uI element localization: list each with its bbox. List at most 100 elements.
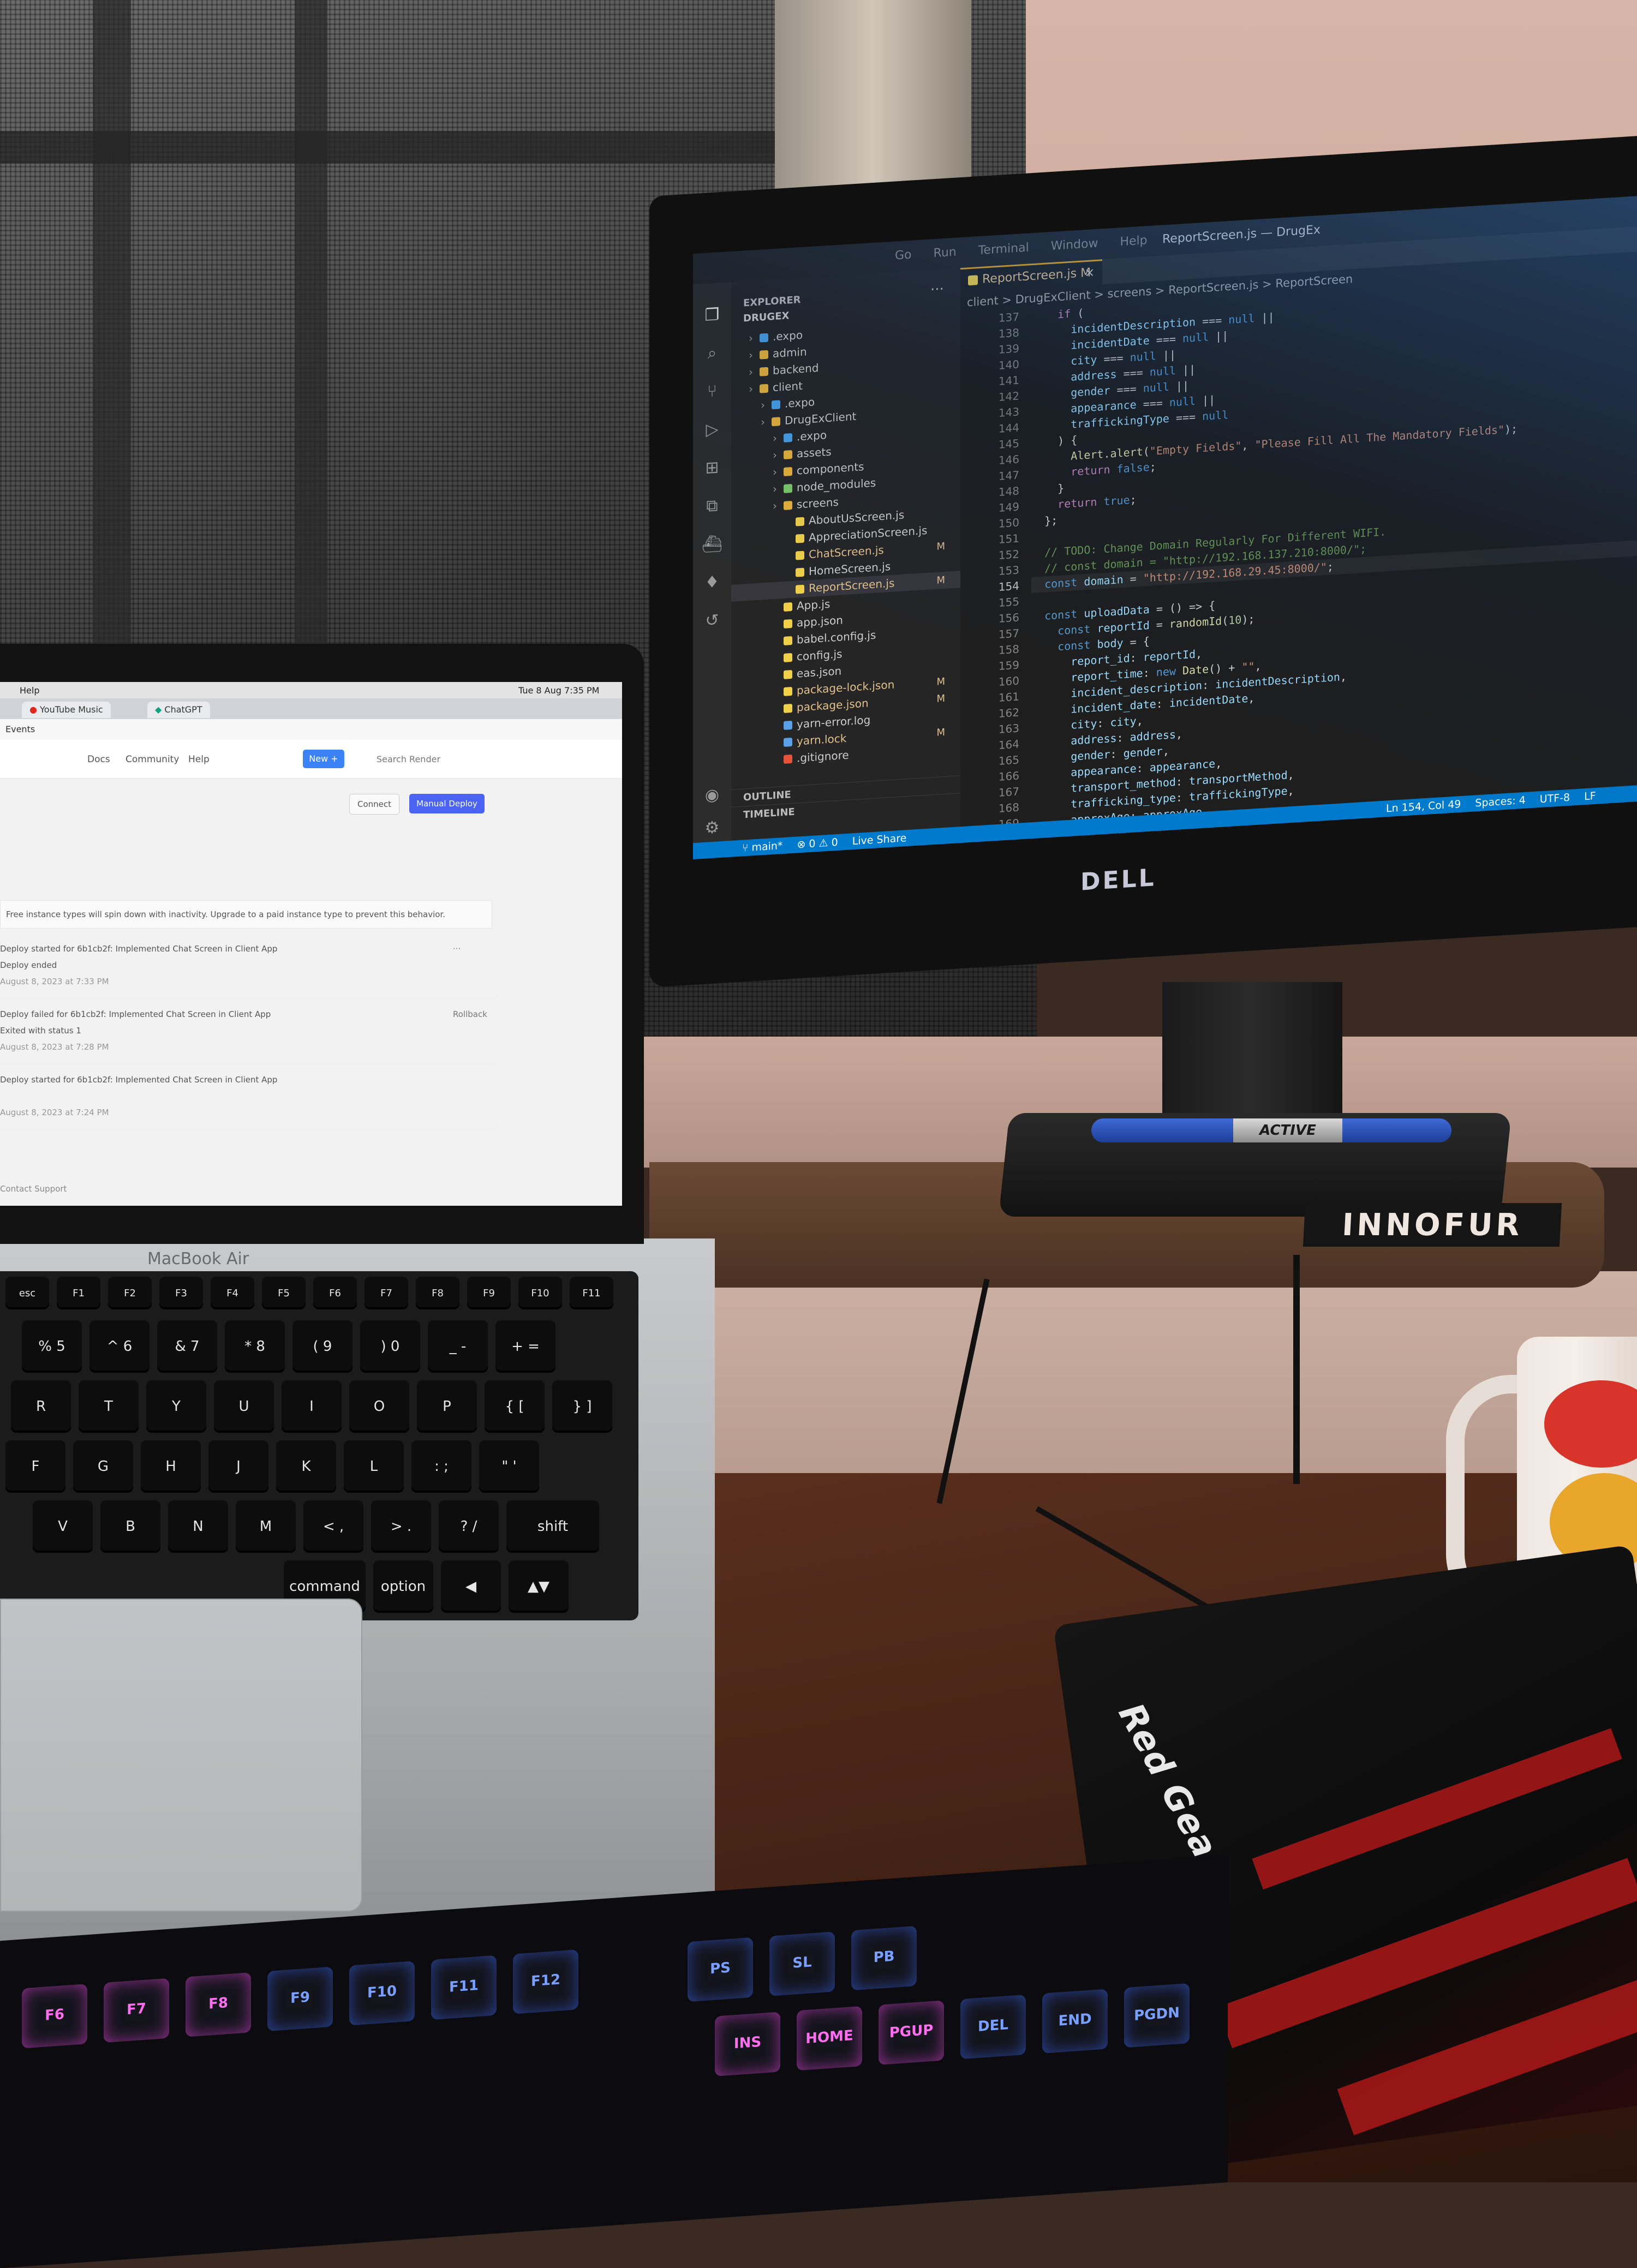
key-f4[interactable]: F4 <box>211 1277 254 1309</box>
key-r[interactable]: R <box>11 1380 71 1433</box>
gaming-key[interactable]: F11 <box>431 1955 497 2020</box>
trackpad[interactable] <box>0 1599 362 1912</box>
problems-indicator[interactable]: ⊗ 0 ⚠ 0 <box>797 834 838 853</box>
key-p[interactable]: P <box>417 1380 477 1433</box>
line-ending[interactable]: LF <box>1584 788 1596 805</box>
gaming-key[interactable]: F6 <box>22 1984 87 2049</box>
key-[interactable]: } ] <box>552 1380 612 1433</box>
key-t[interactable]: T <box>79 1380 139 1433</box>
key-[interactable]: ? / <box>439 1500 499 1553</box>
new-button[interactable]: New + <box>303 750 344 768</box>
key-shift[interactable]: shift <box>506 1500 599 1553</box>
more-actions-icon[interactable]: ··· <box>453 944 461 954</box>
gaming-key[interactable]: PS <box>688 1937 753 2002</box>
gaming-key[interactable]: F7 <box>104 1978 169 2043</box>
gaming-key[interactable]: END <box>1042 1989 1108 2054</box>
menu-item-go[interactable]: Go <box>895 248 912 263</box>
key-m[interactable]: M <box>236 1500 296 1553</box>
key-9[interactable]: ( 9 <box>292 1320 353 1373</box>
live-share-icon[interactable]: ↺ <box>702 610 722 632</box>
key-k[interactable]: K <box>276 1440 336 1493</box>
key-f3[interactable]: F3 <box>159 1277 203 1309</box>
key-[interactable]: > . <box>371 1500 431 1553</box>
key-u[interactable]: U <box>214 1380 274 1433</box>
gaming-key[interactable]: DEL <box>960 1994 1026 2060</box>
key-f8[interactable]: F8 <box>416 1277 459 1309</box>
search-input[interactable]: Search Render <box>377 754 440 764</box>
extensions-icon[interactable]: ⊞ <box>702 457 722 479</box>
code-editor[interactable]: if ( incidentDescription === null || inc… <box>1031 271 1637 858</box>
close-icon[interactable]: × <box>1085 261 1095 285</box>
nav-community[interactable]: Community <box>126 754 179 765</box>
source-control-icon[interactable]: ⑂ <box>702 381 722 403</box>
remote-explorer-icon[interactable]: ⧉ <box>702 495 722 517</box>
account-icon[interactable]: ◉ <box>702 785 722 806</box>
key-6[interactable]: ^ 6 <box>89 1320 150 1373</box>
key-7[interactable]: & 7 <box>157 1320 217 1373</box>
key-l[interactable]: L <box>344 1440 404 1493</box>
key-f1[interactable]: F1 <box>57 1277 100 1309</box>
key-[interactable]: " ' <box>479 1440 539 1493</box>
gaming-key[interactable]: PGDN <box>1124 1983 1190 2048</box>
key-b[interactable]: B <box>100 1500 160 1553</box>
gear-icon[interactable]: ⚙ <box>702 817 722 839</box>
address-bar[interactable]: Events <box>0 719 622 740</box>
menu-help[interactable]: Help <box>20 685 39 696</box>
key-h[interactable]: H <box>141 1440 201 1493</box>
key-f10[interactable]: F10 <box>518 1277 562 1309</box>
key-j[interactable]: J <box>208 1440 268 1493</box>
rollback-button[interactable]: Rollback <box>453 1009 487 1019</box>
key-v[interactable]: V <box>33 1500 93 1553</box>
tab-chatgpt[interactable]: ◆ ChatGPT <box>147 702 210 718</box>
key-f5[interactable]: F5 <box>262 1277 306 1309</box>
key-n[interactable]: N <box>168 1500 228 1553</box>
key-0[interactable]: ) 0 <box>360 1320 420 1373</box>
branch-indicator[interactable]: ⑂ main* <box>742 837 782 857</box>
key-f11[interactable]: F11 <box>570 1277 613 1309</box>
contact-support-link[interactable]: Contact Support <box>0 1184 67 1194</box>
key-[interactable]: _ - <box>428 1320 488 1373</box>
key-g[interactable]: G <box>73 1440 133 1493</box>
gaming-key[interactable]: HOME <box>797 2006 862 2071</box>
gaming-key[interactable]: PGUP <box>879 2000 944 2065</box>
gaming-key[interactable]: INS <box>715 2012 780 2076</box>
key-y[interactable]: Y <box>146 1380 206 1433</box>
run-debug-icon[interactable]: ▷ <box>702 419 722 441</box>
docker-icon[interactable]: ⛴ <box>702 534 722 555</box>
manual-deploy-button[interactable]: Manual Deploy <box>409 794 485 813</box>
connect-button[interactable]: Connect <box>349 794 399 815</box>
key-esc[interactable]: esc <box>5 1277 49 1309</box>
deploy-event[interactable]: Deploy started for 6b1cb2f: Implemented … <box>0 1069 497 1130</box>
menu-item-window[interactable]: Window <box>1051 237 1098 253</box>
encoding[interactable]: UTF-8 <box>1540 789 1570 807</box>
live-share-button[interactable]: Live Share <box>852 830 907 849</box>
deploy-event[interactable]: Deploy started for 6b1cb2f: Implemented … <box>0 938 497 999</box>
more-actions-icon[interactable]: ··· <box>930 281 944 298</box>
nav-help[interactable]: Help <box>188 754 210 765</box>
gaming-key[interactable]: F10 <box>349 1961 415 2026</box>
key-option[interactable]: option <box>373 1560 433 1613</box>
deploy-event[interactable]: Deploy failed for 6b1cb2f: Implemented C… <box>0 1004 497 1064</box>
nav-docs[interactable]: Docs <box>87 754 110 765</box>
key-i[interactable]: I <box>282 1380 342 1433</box>
search-icon[interactable]: ⌕ <box>702 343 722 364</box>
workspace-root[interactable]: DRUGEX <box>743 310 789 324</box>
key-f2[interactable]: F2 <box>108 1277 152 1309</box>
key-[interactable]: < , <box>303 1500 363 1553</box>
key-5[interactable]: % 5 <box>22 1320 82 1373</box>
menu-item-run[interactable]: Run <box>934 246 957 261</box>
menu-item-help[interactable]: Help <box>1120 234 1147 249</box>
mongodb-icon[interactable]: ♦ <box>702 572 722 594</box>
indentation[interactable]: Spaces: 4 <box>1475 792 1525 812</box>
gaming-key[interactable]: F12 <box>513 1949 578 2014</box>
key-[interactable]: ◀ <box>441 1560 501 1613</box>
key-[interactable]: ▲▼ <box>509 1560 569 1613</box>
key-f6[interactable]: F6 <box>313 1277 357 1309</box>
tab-youtube-music[interactable]: ● YouTube Music <box>22 702 111 718</box>
key-[interactable]: { [ <box>485 1380 545 1433</box>
key-8[interactable]: * 8 <box>225 1320 285 1373</box>
key-f7[interactable]: F7 <box>365 1277 408 1309</box>
key-[interactable]: + = <box>495 1320 555 1373</box>
key-f9[interactable]: F9 <box>467 1277 511 1309</box>
key-f[interactable]: F <box>5 1440 65 1493</box>
